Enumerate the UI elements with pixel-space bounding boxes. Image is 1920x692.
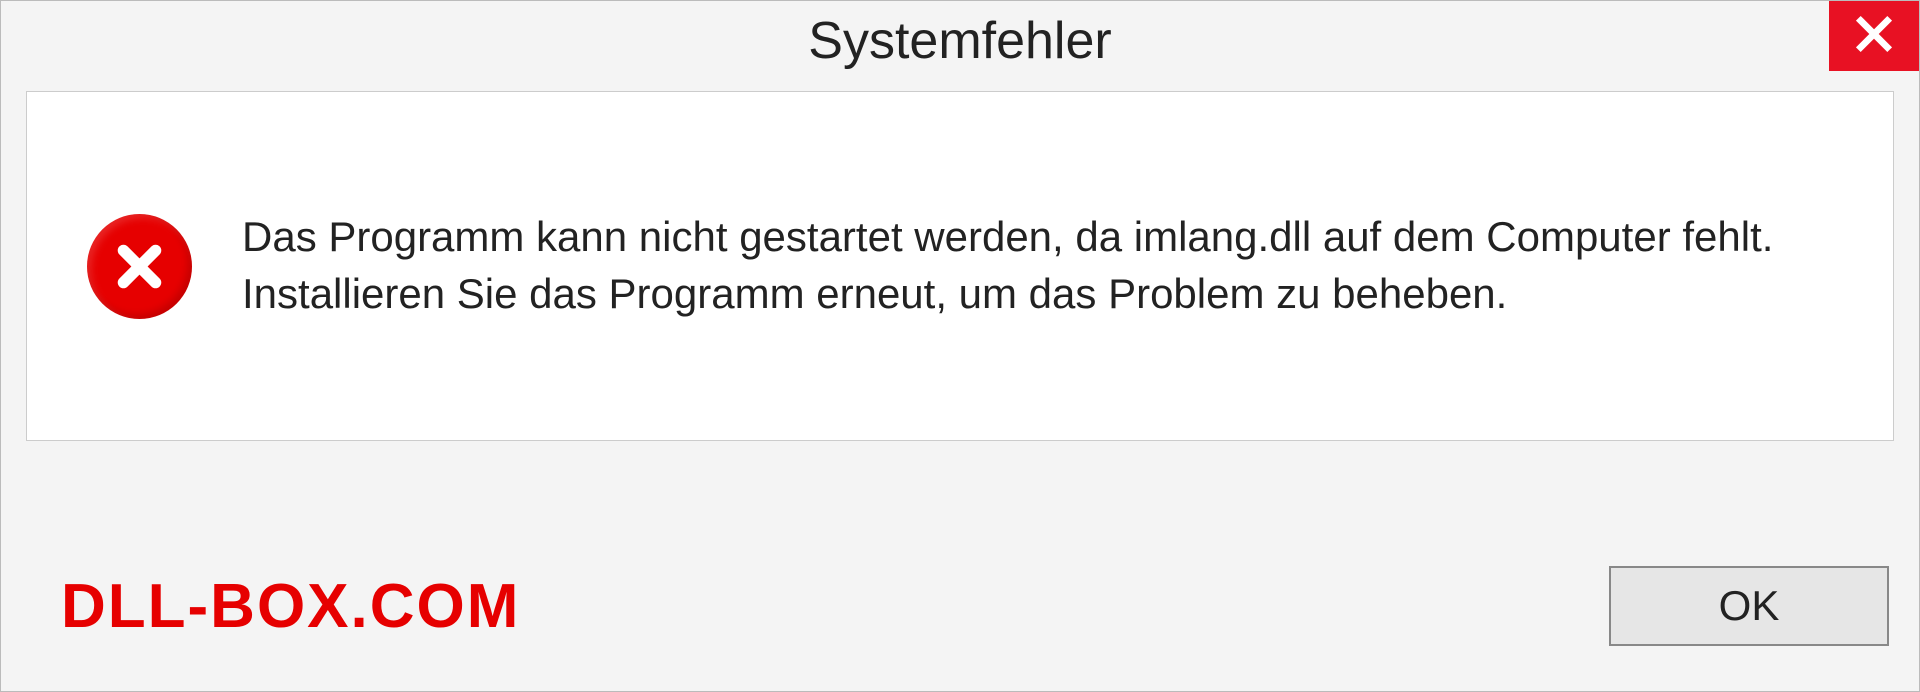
close-button[interactable] xyxy=(1829,1,1919,71)
dialog-title: Systemfehler xyxy=(808,11,1111,71)
dialog-footer: DLL-BOX.COM OK xyxy=(1,541,1919,691)
dialog-content: Das Programm kann nicht gestartet werden… xyxy=(26,91,1894,441)
error-message: Das Programm kann nicht gestartet werden… xyxy=(242,209,1853,322)
watermark-text: DLL-BOX.COM xyxy=(61,571,520,642)
ok-button[interactable]: OK xyxy=(1609,566,1889,646)
dialog-titlebar: Systemfehler xyxy=(1,1,1919,81)
close-icon xyxy=(1854,14,1894,59)
error-icon xyxy=(87,214,192,319)
